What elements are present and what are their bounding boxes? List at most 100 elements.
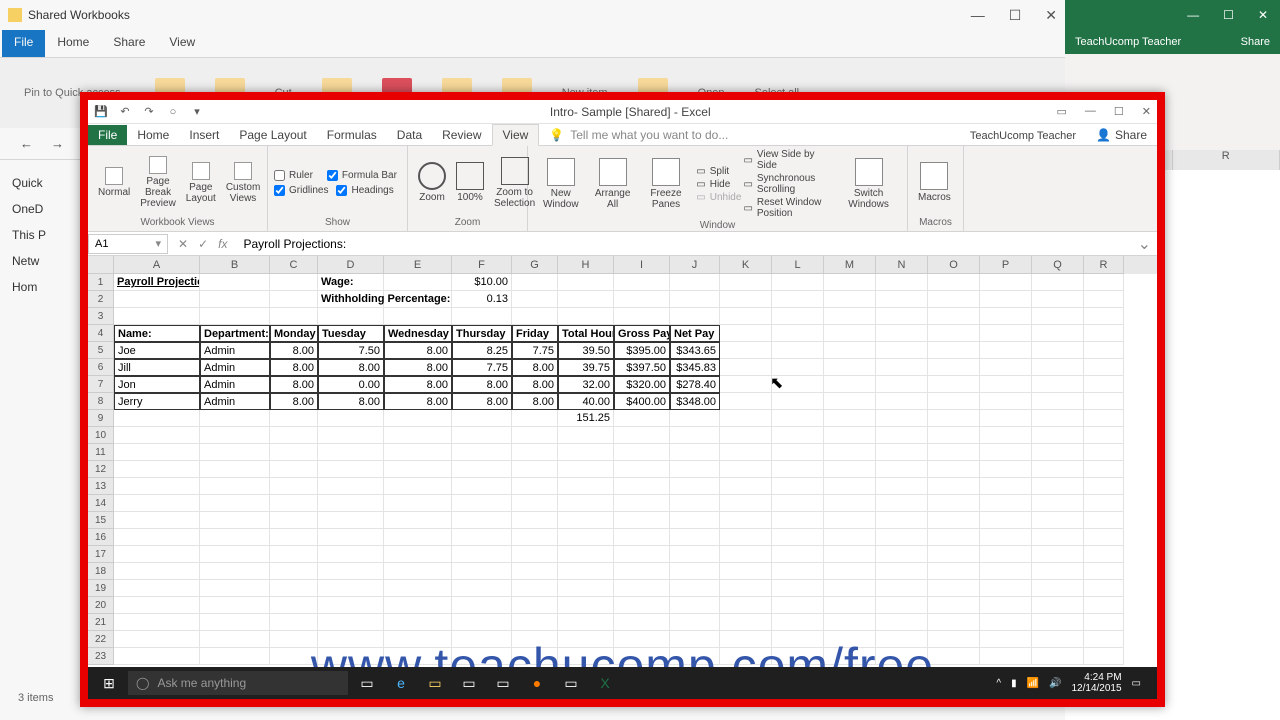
- cell-G18[interactable]: [512, 563, 558, 580]
- close-icon[interactable]: ✕: [1258, 8, 1268, 22]
- cell-O18[interactable]: [928, 563, 980, 580]
- cell-N10[interactable]: [876, 427, 928, 444]
- account-name[interactable]: TeachUcomp Teacher: [1075, 36, 1181, 48]
- fwd-icon[interactable]: →: [51, 136, 64, 151]
- cell-D16[interactable]: [318, 529, 384, 546]
- cell-H21[interactable]: [558, 614, 614, 631]
- tab-view[interactable]: View: [492, 124, 540, 146]
- gridlines-check[interactable]: Gridlines: [274, 185, 328, 196]
- col-M[interactable]: M: [824, 256, 876, 274]
- row-21[interactable]: 21: [88, 614, 114, 631]
- cell-N21[interactable]: [876, 614, 928, 631]
- cancel-icon[interactable]: ✕: [178, 237, 188, 251]
- cell-L1[interactable]: [772, 274, 824, 291]
- cell-A2[interactable]: [114, 291, 200, 308]
- cell-O8[interactable]: [928, 393, 980, 410]
- cell-G7[interactable]: 8.00: [512, 376, 558, 393]
- row-4[interactable]: 4: [88, 325, 114, 342]
- cell-K17[interactable]: [720, 546, 772, 563]
- cell-F13[interactable]: [452, 478, 512, 495]
- cell-L8[interactable]: [772, 393, 824, 410]
- row-13[interactable]: 13: [88, 478, 114, 495]
- cell-N14[interactable]: [876, 495, 928, 512]
- cell-E19[interactable]: [384, 580, 452, 597]
- cell-I3[interactable]: [614, 308, 670, 325]
- cell-F17[interactable]: [452, 546, 512, 563]
- cell-Q19[interactable]: [1032, 580, 1084, 597]
- cell-M17[interactable]: [824, 546, 876, 563]
- cell-R14[interactable]: [1084, 495, 1124, 512]
- cell-Q17[interactable]: [1032, 546, 1084, 563]
- col-H[interactable]: H: [558, 256, 614, 274]
- cell-R3[interactable]: [1084, 308, 1124, 325]
- cell-I14[interactable]: [614, 495, 670, 512]
- cell-L18[interactable]: [772, 563, 824, 580]
- cell-R21[interactable]: [1084, 614, 1124, 631]
- cell-G8[interactable]: 8.00: [512, 393, 558, 410]
- cell-D15[interactable]: [318, 512, 384, 529]
- cell-C10[interactable]: [270, 427, 318, 444]
- cell-I15[interactable]: [614, 512, 670, 529]
- cell-N18[interactable]: [876, 563, 928, 580]
- cell-G16[interactable]: [512, 529, 558, 546]
- edge-icon[interactable]: e: [386, 671, 416, 695]
- cell-E17[interactable]: [384, 546, 452, 563]
- cell-H2[interactable]: [558, 291, 614, 308]
- cell-B10[interactable]: [200, 427, 270, 444]
- cell-N11[interactable]: [876, 444, 928, 461]
- cell-A13[interactable]: [114, 478, 200, 495]
- cell-P5[interactable]: [980, 342, 1032, 359]
- cell-M19[interactable]: [824, 580, 876, 597]
- cell-N3[interactable]: [876, 308, 928, 325]
- cell-A19[interactable]: [114, 580, 200, 597]
- cell-B9[interactable]: [200, 410, 270, 427]
- cell-Q3[interactable]: [1032, 308, 1084, 325]
- cell-R18[interactable]: [1084, 563, 1124, 580]
- cell-P10[interactable]: [980, 427, 1032, 444]
- cell-P2[interactable]: [980, 291, 1032, 308]
- share-button[interactable]: 👤Share: [1086, 125, 1157, 145]
- row-16[interactable]: 16: [88, 529, 114, 546]
- cell-M4[interactable]: [824, 325, 876, 342]
- cell-N20[interactable]: [876, 597, 928, 614]
- row-3[interactable]: 3: [88, 308, 114, 325]
- cell-K18[interactable]: [720, 563, 772, 580]
- cell-N13[interactable]: [876, 478, 928, 495]
- cell-M13[interactable]: [824, 478, 876, 495]
- cell-R5[interactable]: [1084, 342, 1124, 359]
- cell-E13[interactable]: [384, 478, 452, 495]
- cell-R7[interactable]: [1084, 376, 1124, 393]
- cell-I17[interactable]: [614, 546, 670, 563]
- cell-D14[interactable]: [318, 495, 384, 512]
- col-D[interactable]: D: [318, 256, 384, 274]
- cell-E11[interactable]: [384, 444, 452, 461]
- cell-H3[interactable]: [558, 308, 614, 325]
- sidebyside-button[interactable]: ▭ View Side by Side: [743, 149, 834, 171]
- cell-D1[interactable]: Wage:: [318, 274, 384, 291]
- cell-F1[interactable]: $10.00: [452, 274, 512, 291]
- cell-O5[interactable]: [928, 342, 980, 359]
- cell-D6[interactable]: 8.00: [318, 359, 384, 376]
- cell-B16[interactable]: [200, 529, 270, 546]
- cell-R6[interactable]: [1084, 359, 1124, 376]
- cell-Q8[interactable]: [1032, 393, 1084, 410]
- row-8[interactable]: 8: [88, 393, 114, 410]
- cell-J17[interactable]: [670, 546, 720, 563]
- cell-F21[interactable]: [452, 614, 512, 631]
- tab-data[interactable]: Data: [387, 125, 432, 145]
- cell-E10[interactable]: [384, 427, 452, 444]
- cell-M8[interactable]: [824, 393, 876, 410]
- cell-L5[interactable]: [772, 342, 824, 359]
- cell-L11[interactable]: [772, 444, 824, 461]
- undo-icon[interactable]: ↶: [118, 105, 132, 119]
- cell-K2[interactable]: [720, 291, 772, 308]
- cell-M1[interactable]: [824, 274, 876, 291]
- cell-Q2[interactable]: [1032, 291, 1084, 308]
- cell-Q5[interactable]: [1032, 342, 1084, 359]
- cell-B18[interactable]: [200, 563, 270, 580]
- cell-N12[interactable]: [876, 461, 928, 478]
- cell-C16[interactable]: [270, 529, 318, 546]
- row-18[interactable]: 18: [88, 563, 114, 580]
- cell-K14[interactable]: [720, 495, 772, 512]
- zoom-button[interactable]: Zoom: [414, 160, 450, 205]
